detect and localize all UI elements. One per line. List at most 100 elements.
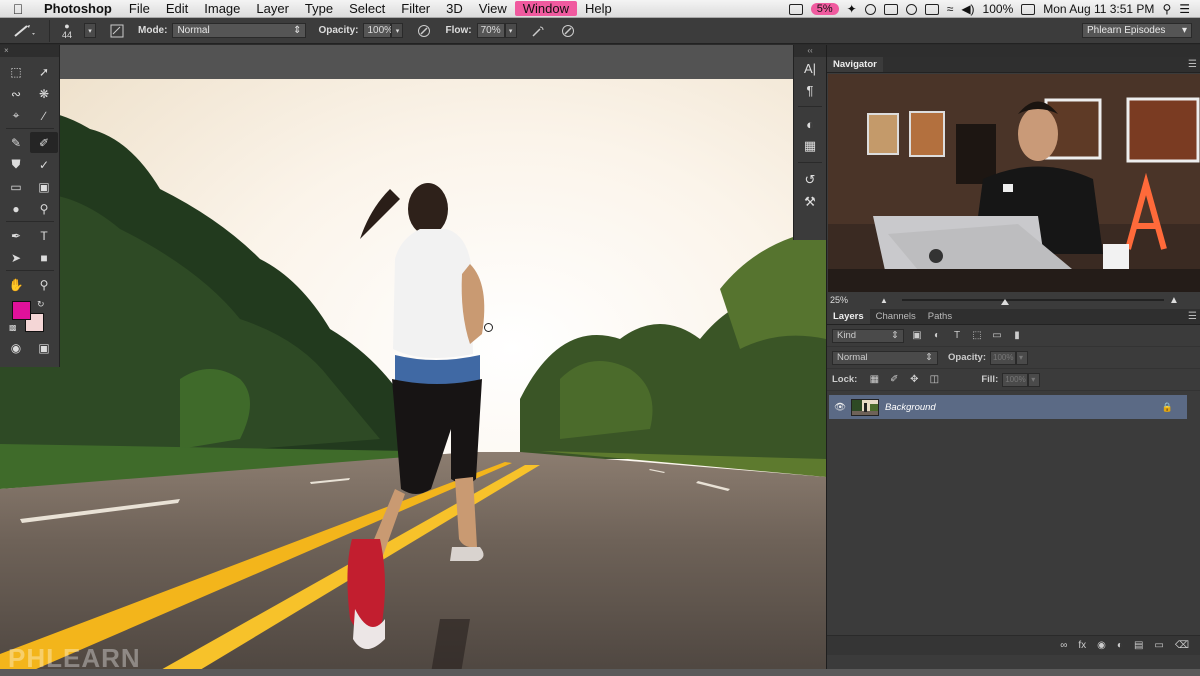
cloud-icon[interactable] <box>905 3 917 15</box>
pen-tool-icon[interactable]: ✒ <box>2 225 30 246</box>
tab-layers[interactable]: Layers <box>827 309 870 324</box>
new-group-icon[interactable]: ▤ <box>1134 640 1143 651</box>
flow-input[interactable]: 70% <box>476 23 505 38</box>
brush-preset-picker[interactable]: ● 44 <box>50 20 84 42</box>
zoom-out-icon[interactable]: ▲ <box>880 296 888 305</box>
cpu-meter[interactable]: 5% <box>810 3 839 15</box>
brush-tool-icon[interactable]: ✐ <box>30 132 58 153</box>
tool-preset-picker[interactable] <box>0 19 50 42</box>
tools-panel-header[interactable]: × <box>0 45 59 57</box>
path-selection-tool-icon[interactable]: ➤ <box>2 247 30 268</box>
menu-filter[interactable]: Filter <box>393 1 438 16</box>
screen-mode-icon[interactable]: ▣ <box>30 337 58 358</box>
fx-icon[interactable]: fx <box>1078 640 1086 651</box>
add-mask-icon[interactable]: ◉ <box>1097 640 1106 651</box>
menu-view[interactable]: View <box>471 1 515 16</box>
lock-image-icon[interactable]: ✐ <box>887 374 901 386</box>
dodge-tool-icon[interactable]: ⚲ <box>30 198 58 219</box>
sync-icon[interactable] <box>864 3 876 15</box>
rectangle-tool-icon[interactable]: ■ <box>30 247 58 268</box>
zoom-in-icon[interactable]: ▲ <box>1169 295 1179 306</box>
blur-tool-icon[interactable]: ● <box>2 198 30 219</box>
app-menu[interactable]: Photoshop <box>36 1 121 16</box>
filter-type-icon[interactable]: T <box>950 330 964 342</box>
zoom-value[interactable]: 25% <box>830 295 848 305</box>
filter-toggle-icon[interactable]: ▮ <box>1010 330 1024 342</box>
gradient-tool-icon[interactable]: ▣ <box>30 176 58 197</box>
lock-transparent-icon[interactable]: ▦ <box>867 374 881 386</box>
dropbox-icon[interactable]: ✦ <box>847 2 857 16</box>
adjustments-panel-icon[interactable]: ◐ <box>794 113 826 135</box>
styles-panel-icon[interactable]: ▦ <box>794 135 826 157</box>
lock-position-icon[interactable]: ✥ <box>907 374 921 386</box>
new-layer-icon[interactable]: ▭ <box>1154 640 1163 651</box>
zoom-tool-icon[interactable]: ⚲ <box>30 274 58 295</box>
brush-preset-dropdown[interactable]: ▾ <box>84 23 96 38</box>
pressure-opacity-icon[interactable] <box>415 22 433 40</box>
volume-icon[interactable]: ◀) <box>961 2 974 16</box>
tab-navigator[interactable]: Navigator <box>827 57 883 72</box>
history-panel-icon[interactable]: ↺ <box>794 169 826 191</box>
navigator-preview[interactable] <box>828 74 1200 292</box>
character-panel-icon[interactable]: A| <box>794 57 826 79</box>
fill-dropdown[interactable]: ▾ <box>1028 372 1041 387</box>
default-colors-icon[interactable]: ▩ <box>9 323 17 332</box>
display-icon[interactable] <box>883 3 898 15</box>
mode-select[interactable]: Normal ⇕ <box>172 23 307 38</box>
menu-select[interactable]: Select <box>341 1 393 16</box>
clone-stamp-tool-icon[interactable]: ⛊ <box>2 154 30 175</box>
video-camera-icon[interactable] <box>788 3 803 15</box>
panel-menu-icon[interactable]: ☰ <box>1188 311 1197 322</box>
zoom-slider[interactable] <box>902 299 1164 301</box>
move-tool-icon[interactable]: ➚ <box>30 61 58 82</box>
menu-help[interactable]: Help <box>577 1 620 16</box>
layer-name[interactable]: Background <box>885 402 936 413</box>
menu-type[interactable]: Type <box>297 1 341 16</box>
workspace-select[interactable]: Phlearn Episodes ▾ <box>1082 23 1192 38</box>
dock-header[interactable]: ‹‹ <box>794 45 826 57</box>
brush-panel-toggle-icon[interactable] <box>108 22 126 40</box>
swap-colors-icon[interactable]: ↻ <box>37 299 45 310</box>
airbrush-icon[interactable] <box>529 22 547 40</box>
quick-mask-icon[interactable]: ◉ <box>2 337 30 358</box>
menu-layer[interactable]: Layer <box>248 1 297 16</box>
hand-tool-icon[interactable]: ✋ <box>2 274 30 295</box>
lasso-tool-icon[interactable]: ∾ <box>2 83 30 104</box>
tab-channels[interactable]: Channels <box>870 309 922 324</box>
panel-menu-icon[interactable]: ☰ <box>1188 59 1197 70</box>
filter-smart-object-icon[interactable]: ▭ <box>990 330 1004 342</box>
apple-icon[interactable]:  <box>0 1 36 17</box>
filter-pixel-icon[interactable]: ▣ <box>910 330 924 342</box>
fill-input[interactable]: 100% <box>1002 372 1029 387</box>
layer-thumbnail[interactable] <box>851 398 879 416</box>
tab-paths[interactable]: Paths <box>922 309 958 324</box>
layer-opacity-dropdown[interactable]: ▾ <box>1016 350 1029 365</box>
paragraph-panel-icon[interactable]: ¶ <box>794 79 826 101</box>
menu-edit[interactable]: Edit <box>158 1 196 16</box>
layer-opacity-input[interactable]: 100% <box>990 350 1017 365</box>
opacity-dropdown[interactable]: ▾ <box>391 23 404 38</box>
layer-row[interactable]: 👁 Background 🔒 <box>829 395 1187 419</box>
marquee-tool-icon[interactable]: ⬚ <box>2 61 30 82</box>
tool-presets-panel-icon[interactable]: ⚒ <box>794 191 826 213</box>
opacity-input[interactable]: 100% <box>363 23 393 38</box>
pressure-size-icon[interactable] <box>559 22 577 40</box>
panel-dock-header[interactable] <box>827 45 1200 57</box>
eraser-tool-icon[interactable]: ▭ <box>2 176 30 197</box>
link-layers-icon[interactable]: ∞ <box>1060 640 1067 651</box>
healing-brush-tool-icon[interactable]: ✎ <box>2 132 30 153</box>
eyedropper-tool-icon[interactable]: ∕ <box>30 105 58 126</box>
type-tool-icon[interactable]: T <box>30 225 58 246</box>
blend-mode-select[interactable]: Normal ⇕ <box>832 350 938 365</box>
crop-tool-icon[interactable]: ⌖ <box>2 105 30 126</box>
adjustment-layer-icon[interactable]: ◐ <box>1117 640 1123 651</box>
wifi-icon[interactable]: ≈ <box>947 2 954 16</box>
menu-3d[interactable]: 3D <box>438 1 471 16</box>
battery-percent[interactable]: 100% <box>983 2 1014 16</box>
trash-icon[interactable]: ⌫ <box>1175 640 1189 651</box>
flow-dropdown[interactable]: ▾ <box>504 23 517 38</box>
lock-all-icon[interactable]: ◫ <box>927 374 941 386</box>
magic-wand-tool-icon[interactable]: ❋ <box>30 83 58 104</box>
menu-image[interactable]: Image <box>196 1 248 16</box>
eye-icon[interactable]: 👁 <box>829 402 851 413</box>
